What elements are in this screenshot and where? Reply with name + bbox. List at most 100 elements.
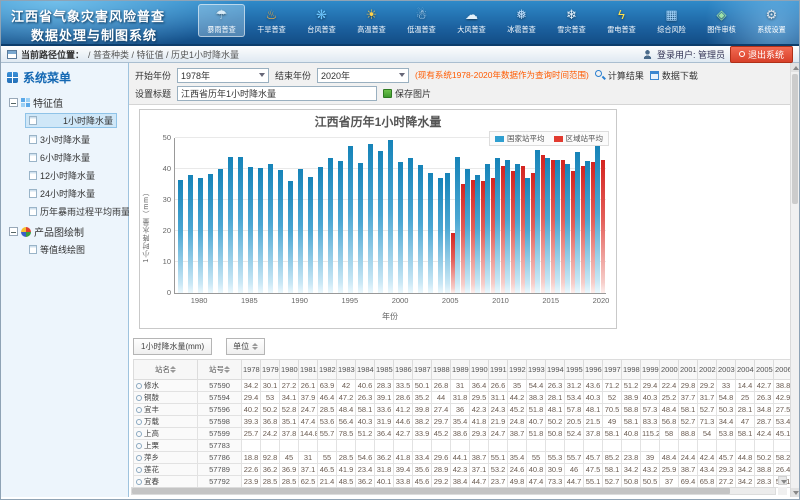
v-scrollbar-thumb[interactable] [792,74,798,204]
table-row: 上栗57783 [134,440,791,452]
station-col-header[interactable]: 站名 [134,360,198,380]
station-name-cell[interactable]: 修水 [134,380,198,392]
logout-label: 退出系统 [748,48,784,61]
station-name-cell[interactable]: 上栗 [134,440,198,452]
value-cell: 42.3 [470,404,489,416]
sidebar-group-0[interactable]: 特征值 [9,95,126,110]
value-cell: 34.8 [755,404,774,416]
value-cell: 34.2 [736,464,755,476]
toolbar-item-drought[interactable]: ♨干旱普查 [248,4,295,37]
value-cell: 45.7 [584,452,603,464]
logout-button[interactable]: 退出系统 [730,46,793,63]
value-cell: 26.3 [546,380,565,392]
x-tick-label: 2020 [593,296,610,305]
table-row: 宜春5779223.928.528.562.521.448.536.240.13… [134,476,791,488]
table-scroll-down[interactable] [778,476,787,485]
station-name-cell[interactable]: 宜丰 [134,404,198,416]
year-col-header: 1987 [413,360,432,380]
app-title: 江西省气象灾害风险普查 数据处理与制图系统 [11,6,165,44]
h-scrollbar-thumb[interactable] [132,488,730,494]
sidebar-item-1-0[interactable]: 等值线绘图 [25,241,126,258]
sidebar-item-0-4[interactable]: 24小时降水量 [25,185,126,202]
value-cell: 70.5 [603,404,622,416]
station-id-col-header[interactable]: 站号 [198,360,242,380]
value-cell: 28.3 [755,476,774,488]
toolbar-item-typhoon[interactable]: ❋台风普查 [298,4,345,37]
value-cell: 33.9 [413,428,432,440]
chart-title-input[interactable] [177,86,377,101]
toolbar-item-low-temp[interactable]: ☃低温普查 [398,4,445,37]
bar-group [385,138,395,293]
path-bar: 当前路径位置： / 普查种类 / 特征值 / 历史1小时降水量 登录用户: 管理… [1,46,799,63]
value-cell: 46.4 [318,392,337,404]
save-image-button[interactable]: 保存图片 [383,87,431,100]
unit-button[interactable]: 1小时降水量(mm) [133,338,212,355]
value-cell: 44.7 [565,476,584,488]
sidebar-item-0-5[interactable]: 历年暴雨过程平均雨量 [25,203,126,220]
value-cell: 24.2 [261,428,280,440]
sidebar-item-label: 等值线绘图 [40,243,85,256]
station-id-cell: 57786 [198,452,242,464]
bar-national [248,167,253,293]
station-name-cell[interactable]: 铜鼓 [134,392,198,404]
start-year-select[interactable]: 1978年 [177,68,269,83]
value-cell: 92.8 [261,452,280,464]
sidebar-item-label: 历年暴雨过程平均雨量 [40,205,130,218]
bar-group [286,138,296,293]
value-cell [470,440,489,452]
end-year-select[interactable]: 2020年 [317,68,409,83]
value-cell: 53.4 [565,392,584,404]
path-label: 当前路径位置： [21,48,84,61]
value-cell: 45.2 [508,404,527,416]
value-cell: 35.6 [413,464,432,476]
value-cell: 51.8 [527,404,546,416]
sidebar-item-0-0[interactable]: 1小时降水量 [25,113,117,128]
value-cell: 78.5 [337,428,356,440]
bar-group [365,138,375,293]
value-cell: 53.6 [318,416,337,428]
value-cell: 42.7 [394,428,413,440]
toolbar-item-hail[interactable]: ❅冰雹普查 [498,4,545,37]
value-cell: 18.8 [242,452,261,464]
value-cell: 52.7 [603,476,622,488]
breadcrumb[interactable]: / 普查种类 / 特征值 / 历史1小时降水量 [88,48,239,61]
v-scrollbar[interactable] [790,63,799,497]
expander-icon[interactable] [9,98,18,107]
toolbar-item-gale[interactable]: ☁大风普查 [448,4,495,37]
calc-result-button[interactable]: 计算结果 [595,69,644,82]
scroll-up-icon[interactable] [791,63,799,72]
toolbar-item-map-review[interactable]: ◈图件审核 [698,4,745,37]
station-name-cell[interactable]: 万载 [134,416,198,428]
year-col-header: 1981 [299,360,318,380]
bar-group [375,138,385,293]
toolbar-item-settings[interactable]: ⚙系统设置 [748,4,795,37]
value-cell: 38.6 [451,428,470,440]
sidebar-item-0-2[interactable]: 6小时降水量 [25,149,126,166]
toolbar-item-lightning[interactable]: ϟ雷电普查 [598,4,645,37]
value-cell: 34.2 [736,476,755,488]
sidebar-item-0-3[interactable]: 12小时降水量 [25,167,126,184]
toolbar-item-high-temp[interactable]: ☀高温普查 [348,4,395,37]
toolbar-item-composite-risk[interactable]: ▦综合风险 [648,4,695,37]
scroll-down-icon[interactable] [791,488,799,497]
toolbar-item-rainstorm[interactable]: ☂暴雨普查 [198,4,245,37]
h-scrollbar[interactable] [131,487,776,495]
end-year-label: 结束年份 [275,69,311,82]
data-download-button[interactable]: 数据下载 [650,69,698,82]
sort-dropdown[interactable]: 单位 [226,338,265,355]
toolbar-item-label: 低温普查 [400,24,443,34]
station-name-cell[interactable]: 莲花 [134,464,198,476]
value-cell: 38.3 [527,392,546,404]
data-table: 站名站号197819791980198119821983198419851986… [133,359,790,488]
calc-result-label: 计算结果 [608,69,644,82]
chart: 江西省历年1小时降水量 国家站平均区域站平均 1小时降水量（mm） 010203… [139,109,617,329]
legend-label: 区域站平均 [566,133,604,144]
toolbar-item-snow[interactable]: ❄雪灾普查 [548,4,595,37]
sidebar-group-1[interactable]: 产品图绘制 [9,224,126,239]
sidebar-item-0-1[interactable]: 3小时降水量 [25,131,126,148]
station-name-cell[interactable]: 萍乡 [134,452,198,464]
station-name-cell[interactable]: 上高 [134,428,198,440]
expander-icon[interactable] [9,227,18,236]
bar-national [378,151,383,293]
station-name-cell[interactable]: 宜春 [134,476,198,488]
